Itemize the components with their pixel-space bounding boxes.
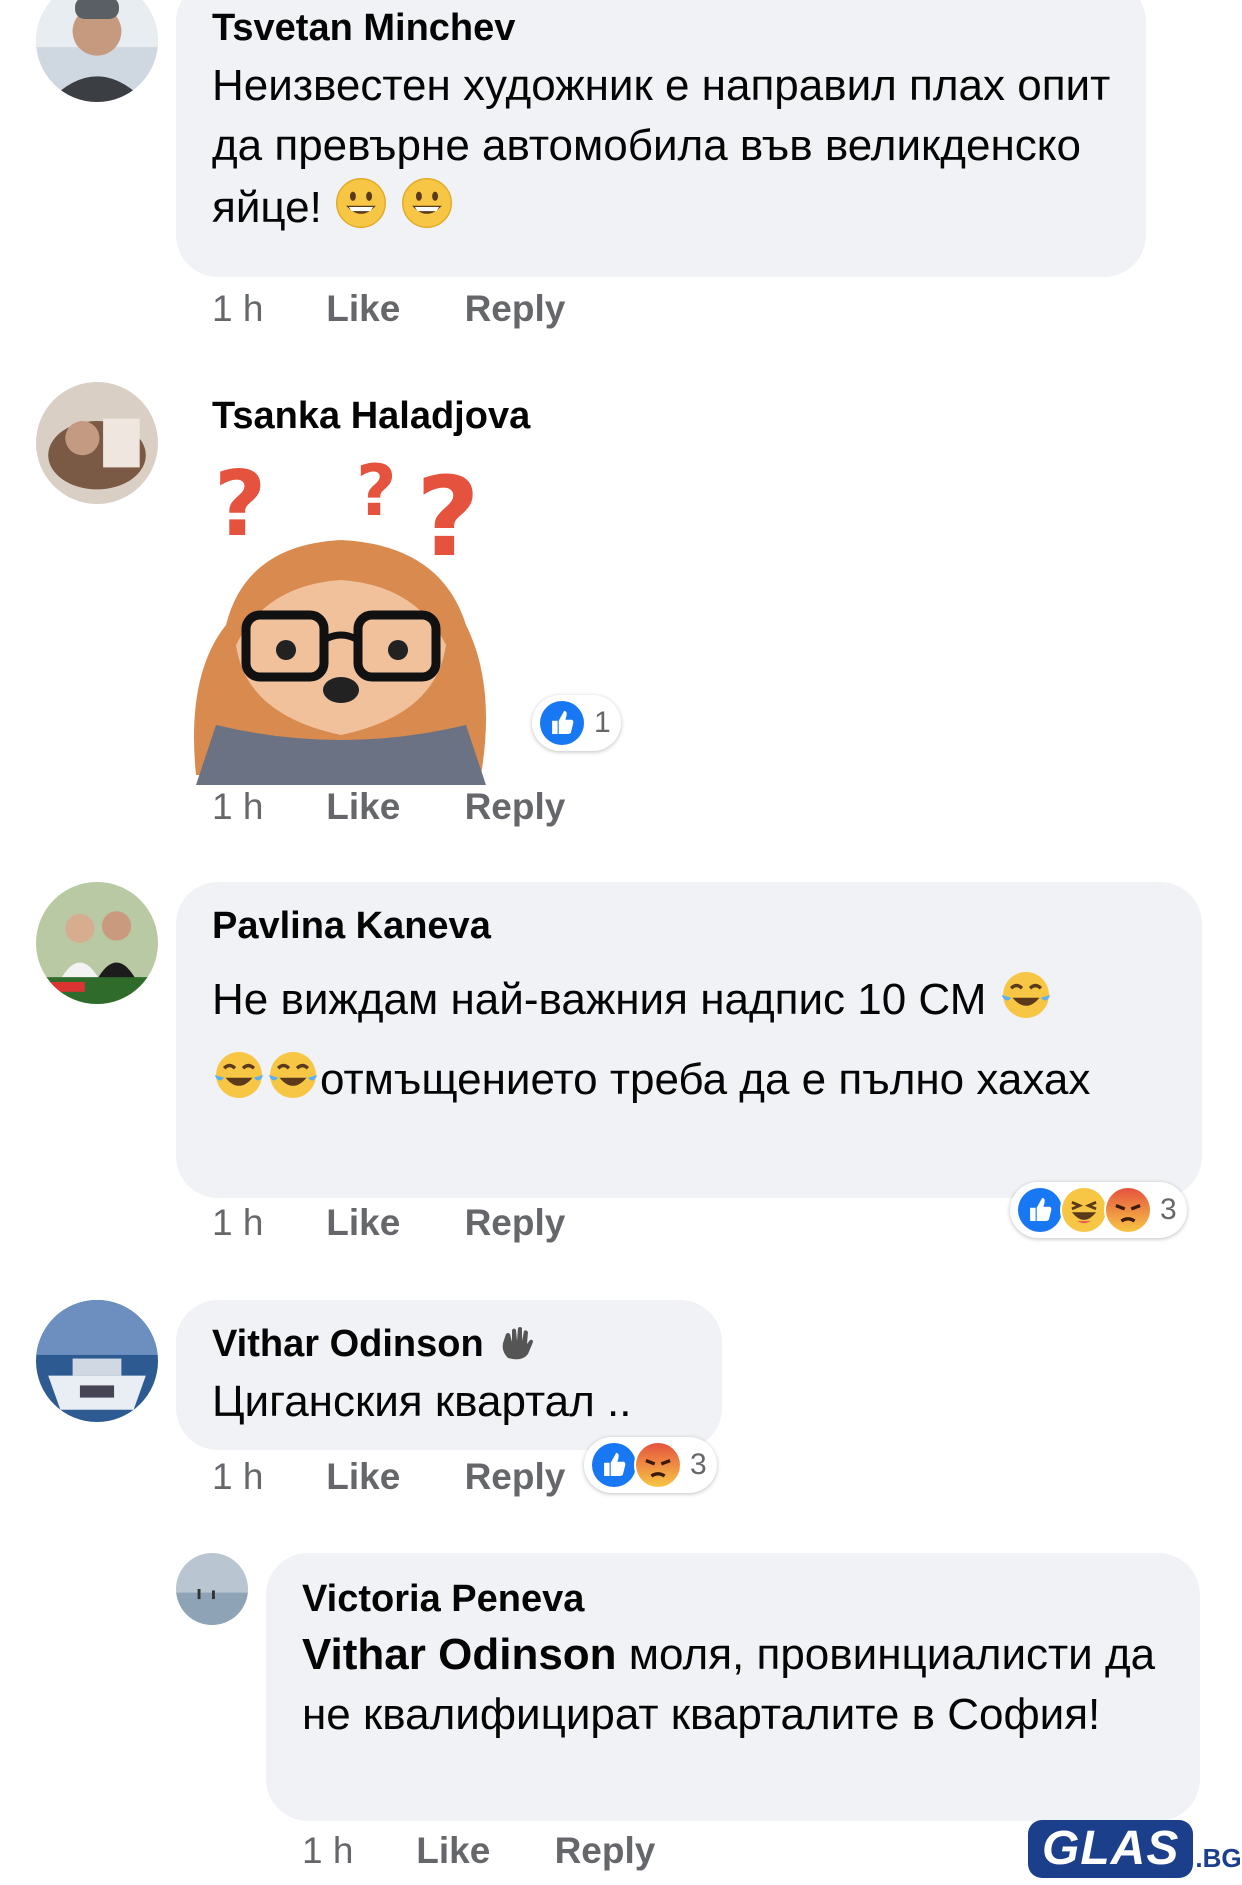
- like-reaction-icon: [1016, 1186, 1064, 1234]
- grinning-face-emoji: [400, 176, 454, 230]
- glas-bg-watermark: GLAS .BG: [1028, 1820, 1242, 1878]
- comment-bubble-pavlina: Pavlina Kaneva Не виждам най-важния надп…: [176, 882, 1202, 1198]
- grinning-face-emoji: [334, 176, 388, 230]
- reaction-summary[interactable]: 1: [532, 695, 621, 751]
- reply-bubble-victoria: Victoria Peneva Vithar Odinson моля, про…: [266, 1553, 1200, 1821]
- like-button[interactable]: Like: [326, 288, 454, 330]
- reply-button[interactable]: Reply: [465, 1202, 566, 1244]
- reply-button[interactable]: Reply: [555, 1830, 656, 1872]
- tears-of-joy-emoji: [999, 968, 1053, 1022]
- comment-time: 1 h: [212, 1202, 264, 1243]
- comment-time: 1 h: [212, 786, 264, 827]
- comment-text: Циганския квартал ..: [212, 1377, 632, 1426]
- like-reaction-icon: [538, 699, 586, 747]
- angry-reaction-icon: [634, 1441, 682, 1489]
- comment-meta: 1 h Like Reply: [212, 1456, 565, 1498]
- dog-sticker[interactable]: ? ? ?: [176, 445, 506, 785]
- haha-reaction-icon: [1060, 1186, 1108, 1234]
- like-button[interactable]: Like: [326, 1456, 454, 1498]
- comment-meta: 1 h Like Reply: [212, 288, 565, 330]
- comment-time: 1 h: [212, 288, 264, 329]
- svg-text:?: ?: [356, 450, 397, 532]
- watermark-logo: GLAS: [1028, 1820, 1194, 1878]
- like-button[interactable]: Like: [326, 1202, 454, 1244]
- avatar-victoria-peneva[interactable]: [176, 1553, 248, 1625]
- reaction-count: 3: [1160, 1193, 1177, 1226]
- comment-author[interactable]: Tsvetan Minchev: [212, 6, 1110, 50]
- comment-text: Vithar Odinson моля, провинциалисти да н…: [302, 1630, 1156, 1739]
- reply-button[interactable]: Reply: [465, 786, 566, 828]
- like-button[interactable]: Like: [326, 786, 454, 828]
- top-fan-badge-icon: [496, 1324, 536, 1364]
- reaction-summary[interactable]: 3: [1010, 1182, 1187, 1238]
- comment-time: 1 h: [212, 1456, 264, 1497]
- tears-of-joy-emoji: [266, 1048, 320, 1102]
- angry-reaction-icon: [1104, 1186, 1152, 1234]
- comment-meta: 1 h Like Reply: [302, 1830, 655, 1872]
- comment-text: Не виждам най-важния надпис 10 СМ отмъще…: [212, 960, 1172, 1120]
- mention-link[interactable]: Vithar Odinson: [302, 1630, 617, 1679]
- avatar-tsvetan-minchev[interactable]: [36, 0, 158, 102]
- comment-meta: 1 h Like Reply: [212, 786, 565, 828]
- reaction-count: 1: [594, 706, 611, 739]
- watermark-suffix: .BG: [1195, 1843, 1242, 1873]
- comment-author[interactable]: Victoria Peneva: [302, 1577, 1164, 1621]
- tears-of-joy-emoji: [212, 1048, 266, 1102]
- like-button[interactable]: Like: [416, 1830, 544, 1872]
- reply-button[interactable]: Reply: [465, 288, 566, 330]
- reaction-count: 3: [690, 1448, 707, 1481]
- comment-author[interactable]: Tsanka Haladjova: [212, 394, 530, 438]
- avatar-tsanka-haladjova[interactable]: [36, 382, 158, 504]
- comment-text: Неизвестен художник е направил плах опит…: [212, 61, 1111, 232]
- comment-time: 1 h: [302, 1830, 354, 1871]
- svg-text:?: ?: [416, 453, 480, 581]
- reaction-summary[interactable]: 3: [584, 1437, 717, 1493]
- comment-bubble-vithar: Vithar Odinson Циганския квартал ..: [176, 1300, 722, 1450]
- avatar-vithar-odinson[interactable]: [36, 1300, 158, 1422]
- comment-meta: 1 h Like Reply: [212, 1202, 565, 1244]
- comment-author[interactable]: Vithar Odinson: [212, 1322, 686, 1366]
- avatar-pavlina-kaneva[interactable]: [36, 882, 158, 1004]
- reply-button[interactable]: Reply: [465, 1456, 566, 1498]
- svg-text:?: ?: [214, 452, 266, 557]
- comment-bubble-tsvetan: Tsvetan Minchev Неизвестен художник е на…: [176, 0, 1146, 277]
- comment-author[interactable]: Pavlina Kaneva: [212, 904, 1166, 948]
- like-reaction-icon: [590, 1441, 638, 1489]
